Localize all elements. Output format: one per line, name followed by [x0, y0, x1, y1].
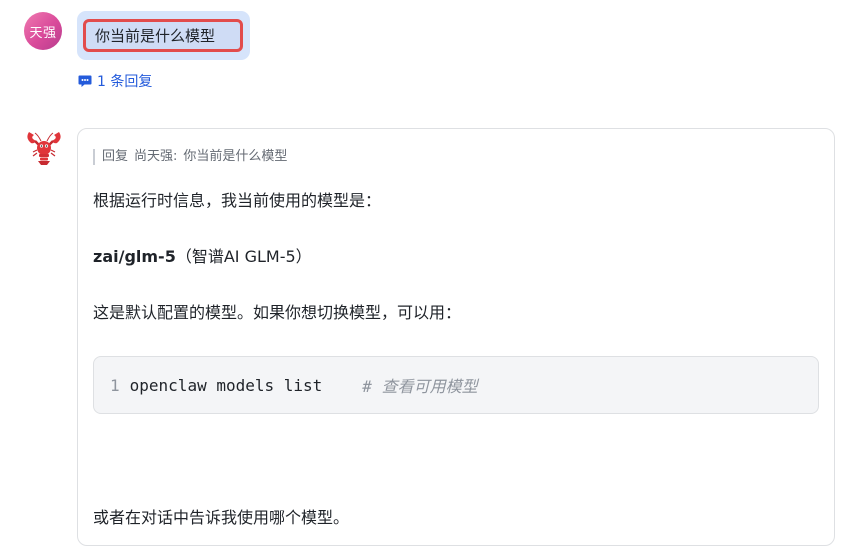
lobster-icon[interactable]: [24, 128, 64, 168]
answer-intro: 根据运行时信息，我当前使用的模型是：: [93, 191, 382, 210]
user-avatar[interactable]: 天强: [24, 12, 62, 50]
code-block[interactable]: 1 openclaw models list # 查看可用模型: [93, 356, 819, 414]
switch-hint: 这是默认配置的模型。如果你想切换模型，可以用：: [93, 303, 462, 322]
model-line: zai/glm-5（智谱AI GLM-5）: [93, 246, 312, 268]
quote-author: 尚天强:: [134, 149, 178, 164]
model-description: （智谱AI GLM-5）: [175, 247, 312, 266]
user-message-bubble[interactable]: 你当前是什么模型: [77, 11, 250, 60]
quote-prefix: 回复: [102, 149, 129, 164]
avatar-initials: 天强: [29, 25, 57, 41]
comment-icon: [78, 75, 92, 87]
code-command: openclaw models list: [129, 375, 323, 395]
code-line-number: 1: [110, 375, 120, 395]
reply-count-link[interactable]: 1 条回复: [78, 71, 152, 91]
quote-text: 你当前是什么模型: [183, 149, 288, 164]
code-comment: # 查看可用模型: [362, 377, 478, 396]
bot-message-card[interactable]: 回复 尚天强: 你当前是什么模型 根据运行时信息，我当前使用的模型是： zai/…: [77, 128, 835, 546]
reply-count-label: 1 条回复: [97, 74, 153, 90]
user-message-text: 你当前是什么模型: [83, 19, 243, 52]
reply-quote: 回复 尚天强: 你当前是什么模型: [93, 149, 287, 165]
closing-hint: 或者在对话中告诉我使用哪个模型。: [93, 508, 350, 527]
model-name: zai/glm-5: [93, 247, 176, 266]
